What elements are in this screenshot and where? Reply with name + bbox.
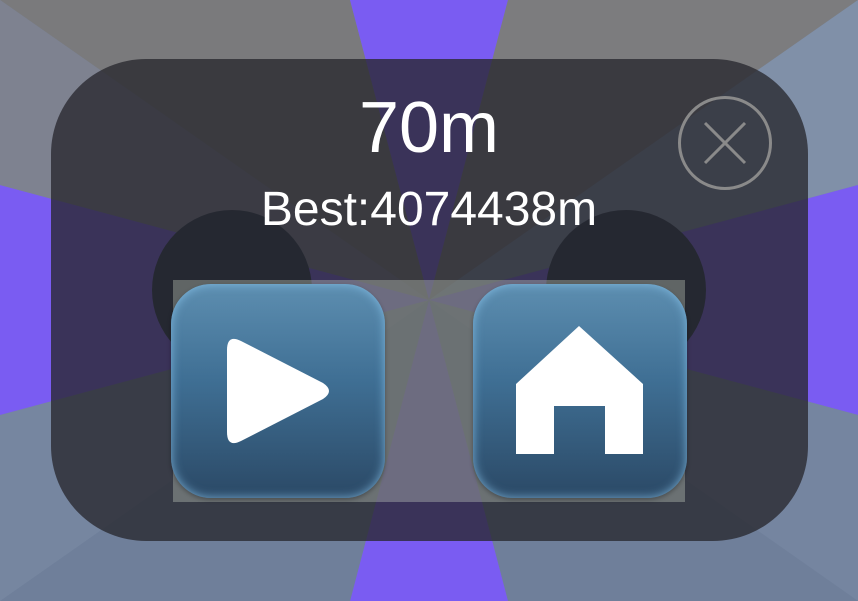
best-score: Best:4074438m <box>260 183 598 236</box>
close-icon <box>703 121 747 165</box>
home-icon <box>516 326 643 454</box>
close-button[interactable] <box>678 96 772 190</box>
home-button[interactable] <box>473 284 687 498</box>
play-button[interactable] <box>171 284 385 498</box>
play-icon <box>227 338 329 444</box>
